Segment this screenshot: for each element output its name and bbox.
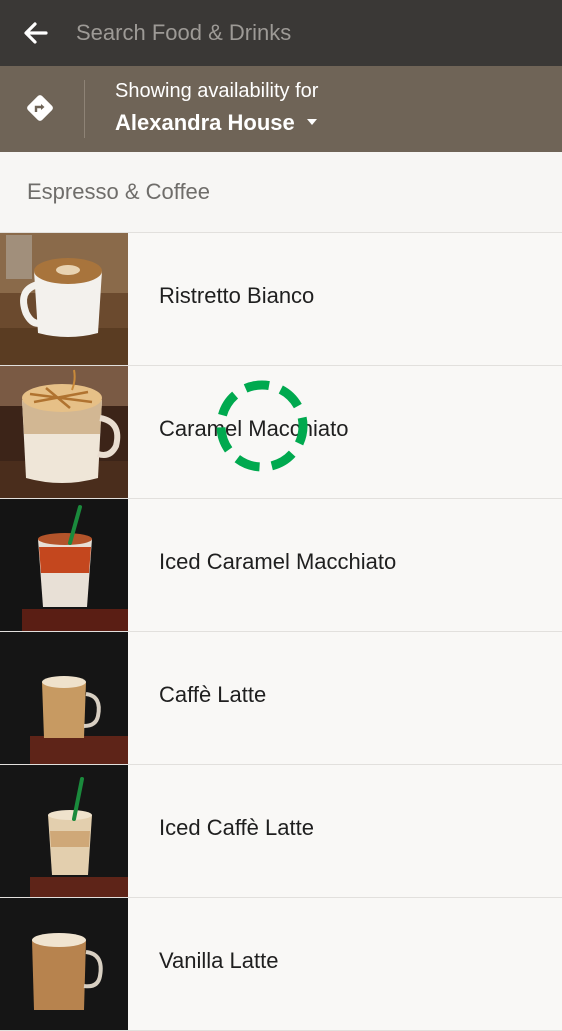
search-input[interactable]	[76, 16, 536, 50]
product-image	[0, 366, 128, 498]
item-name: Ristretto Bianco	[159, 283, 315, 308]
arrow-left-icon	[24, 22, 48, 44]
directions-icon	[27, 95, 53, 121]
product-image	[0, 499, 128, 631]
store-selector[interactable]: Alexandra House	[115, 110, 317, 136]
item-name: Iced Caffè Latte	[159, 815, 314, 840]
list-item[interactable]: Iced Caramel Macchiato	[0, 499, 562, 632]
product-image	[0, 632, 128, 764]
back-button[interactable]	[20, 17, 52, 49]
store-name: Alexandra House	[115, 110, 295, 135]
menu-list: Ristretto Bianco Caramel Macchiato Iced …	[0, 233, 562, 1031]
directions-button[interactable]	[24, 92, 56, 124]
product-image	[0, 898, 128, 1030]
product-image	[0, 765, 128, 897]
list-item[interactable]: Iced Caffè Latte	[0, 765, 562, 898]
item-name: Iced Caramel Macchiato	[159, 549, 397, 574]
section-title: Espresso & Coffee	[27, 179, 211, 204]
section-header: Espresso & Coffee	[0, 152, 562, 233]
list-item[interactable]: Caffè Latte	[0, 632, 562, 765]
store-bar-divider	[84, 80, 85, 138]
top-bar	[0, 0, 562, 66]
list-item[interactable]: Vanilla Latte	[0, 898, 562, 1031]
loading-spinner	[216, 380, 308, 472]
list-item[interactable]: Ristretto Bianco	[0, 233, 562, 366]
availability-label: Showing availability for	[115, 80, 319, 102]
caret-down-icon	[306, 119, 317, 126]
product-image	[0, 233, 128, 365]
item-name: Caffè Latte	[159, 682, 267, 707]
item-name: Vanilla Latte	[159, 948, 279, 973]
